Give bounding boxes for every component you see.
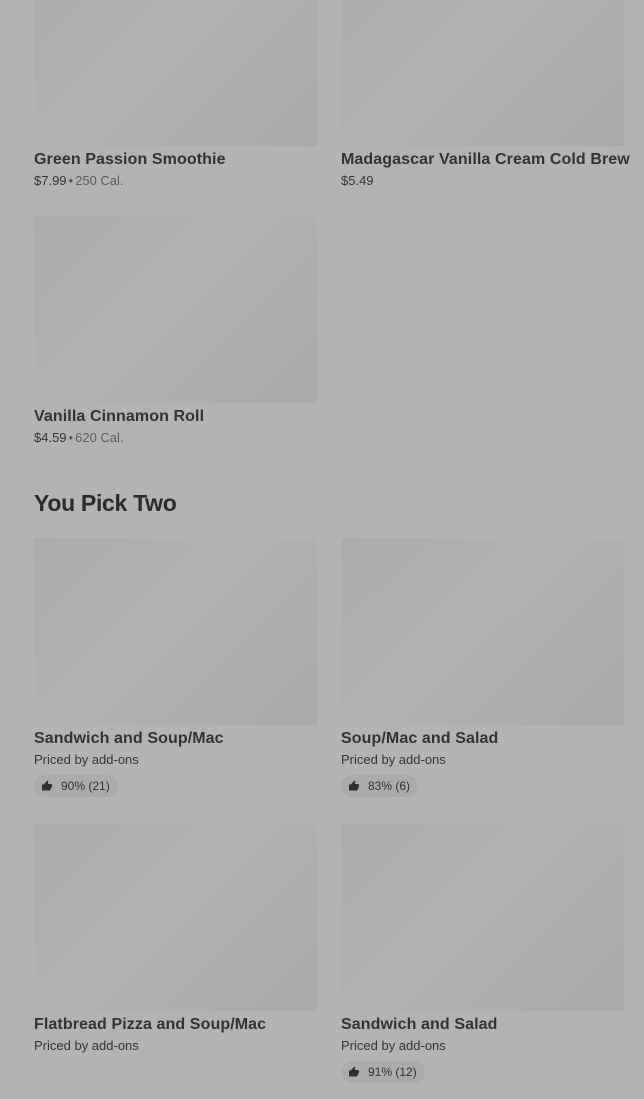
- item-price: $7.99: [34, 173, 67, 188]
- item-calories: 250 Cal.: [75, 173, 124, 188]
- item-meta: $7.99 • 250 Cal.: [34, 172, 317, 190]
- item-calories: 620 Cal.: [75, 430, 124, 445]
- item-price: $4.59: [34, 430, 67, 445]
- rating-badge: 83% (6): [341, 775, 419, 797]
- separator-dot: •: [68, 430, 74, 445]
- item-name: Soup/Mac and Salad: [341, 730, 499, 747]
- rating-text: 83% (6): [368, 779, 411, 793]
- item-image: [34, 824, 317, 1011]
- item-name: Madagascar Vanilla Cream Cold Brew: [341, 151, 630, 168]
- menu-item-card[interactable]: Sandwich and Soup/Mac Priced by add-ons …: [34, 538, 317, 797]
- item-image: [34, 216, 317, 403]
- item-image: [341, 0, 624, 146]
- item-price: Priced by add-ons: [341, 1038, 446, 1053]
- thumbs-up-icon: [349, 1066, 359, 1077]
- item-name: Sandwich and Salad: [341, 1016, 498, 1033]
- item-image: [34, 0, 317, 146]
- menu-item-card[interactable]: Vanilla Cinnamon Roll $4.59 • 620 Cal.: [34, 216, 317, 447]
- item-price: Priced by add-ons: [34, 1038, 139, 1053]
- rating-text: 91% (12): [368, 1065, 417, 1079]
- item-price: Priced by add-ons: [341, 752, 446, 767]
- rating-badge: 90% (21): [34, 775, 118, 797]
- item-price: $5.49: [341, 173, 374, 188]
- menu-item-card[interactable]: Flatbread Pizza and Soup/Mac Priced by a…: [34, 824, 317, 1055]
- item-name: Vanilla Cinnamon Roll: [34, 408, 205, 425]
- item-name: Sandwich and Soup/Mac: [34, 730, 224, 747]
- menu-item-card[interactable]: Madagascar Vanilla Cream Cold Brew $5.49: [341, 0, 630, 190]
- menu-item-card[interactable]: Green Passion Smoothie $7.99 • 250 Cal.: [34, 0, 317, 190]
- item-image: [34, 538, 317, 725]
- item-name: Green Passion Smoothie: [34, 151, 226, 168]
- menu-page: Green Passion Smoothie $7.99 • 250 Cal. Ma…: [0, 0, 644, 1099]
- menu-item-card[interactable]: Soup/Mac and Salad Priced by add-ons 83%…: [341, 538, 624, 797]
- separator-dot: •: [68, 173, 74, 188]
- item-price: Priced by add-ons: [34, 752, 139, 767]
- rating-text: 90% (21): [61, 779, 110, 793]
- item-meta: $5.49: [341, 172, 624, 190]
- item-image: [341, 538, 624, 725]
- thumbs-up-icon: [349, 780, 359, 791]
- item-meta: $4.59 • 620 Cal.: [34, 429, 317, 447]
- item-image: [341, 824, 624, 1011]
- rating-badge: 91% (12): [341, 1061, 425, 1083]
- menu-item-card[interactable]: Sandwich and Salad Priced by add-ons 91%…: [341, 824, 624, 1083]
- thumbs-up-icon: [42, 780, 52, 791]
- section-title: You Pick Two: [34, 490, 177, 516]
- item-name: Flatbread Pizza and Soup/Mac: [34, 1016, 267, 1033]
